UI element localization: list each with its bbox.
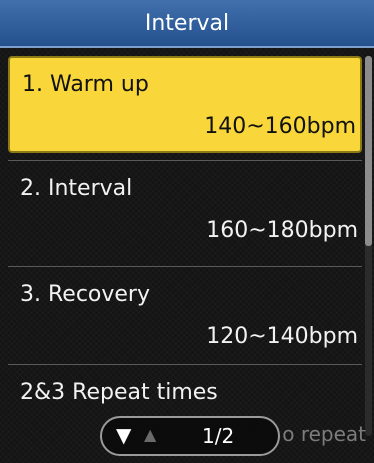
menu-item-range: 160~180bpm [206, 218, 358, 243]
divider [8, 364, 362, 365]
triangle-up-icon[interactable]: ▲ [144, 425, 156, 444]
divider [8, 160, 362, 161]
scrollbar-thumb[interactable] [365, 56, 372, 246]
page-navigator[interactable]: ▼ ▲ 1/2 [100, 416, 280, 456]
menu-item-warm-up[interactable]: 1. Warm up 140~160bpm [8, 56, 362, 153]
menu-item-label: 2. Interval [20, 176, 133, 201]
device-screen: Interval 1. Warm up 140~160bpm 2. Interv… [0, 0, 374, 463]
page-indicator: 1/2 [202, 424, 235, 448]
menu-item-recovery[interactable]: 3. Recovery 120~140bpm [8, 268, 362, 365]
menu-item-interval[interactable]: 2. Interval 160~180bpm [8, 162, 362, 259]
menu-item-label: 2&3 Repeat times [20, 380, 218, 405]
triangle-down-icon[interactable]: ▼ [116, 423, 131, 447]
divider [8, 266, 362, 267]
scrollbar[interactable] [365, 56, 372, 436]
menu-item-range: 120~140bpm [206, 324, 358, 349]
ghost-label: o repeat [282, 422, 366, 446]
menu-item-range: 140~160bpm [204, 114, 356, 139]
screen-title: Interval [0, 0, 374, 48]
menu-item-label: 3. Recovery [20, 282, 150, 307]
menu-item-label: 1. Warm up [22, 72, 149, 97]
